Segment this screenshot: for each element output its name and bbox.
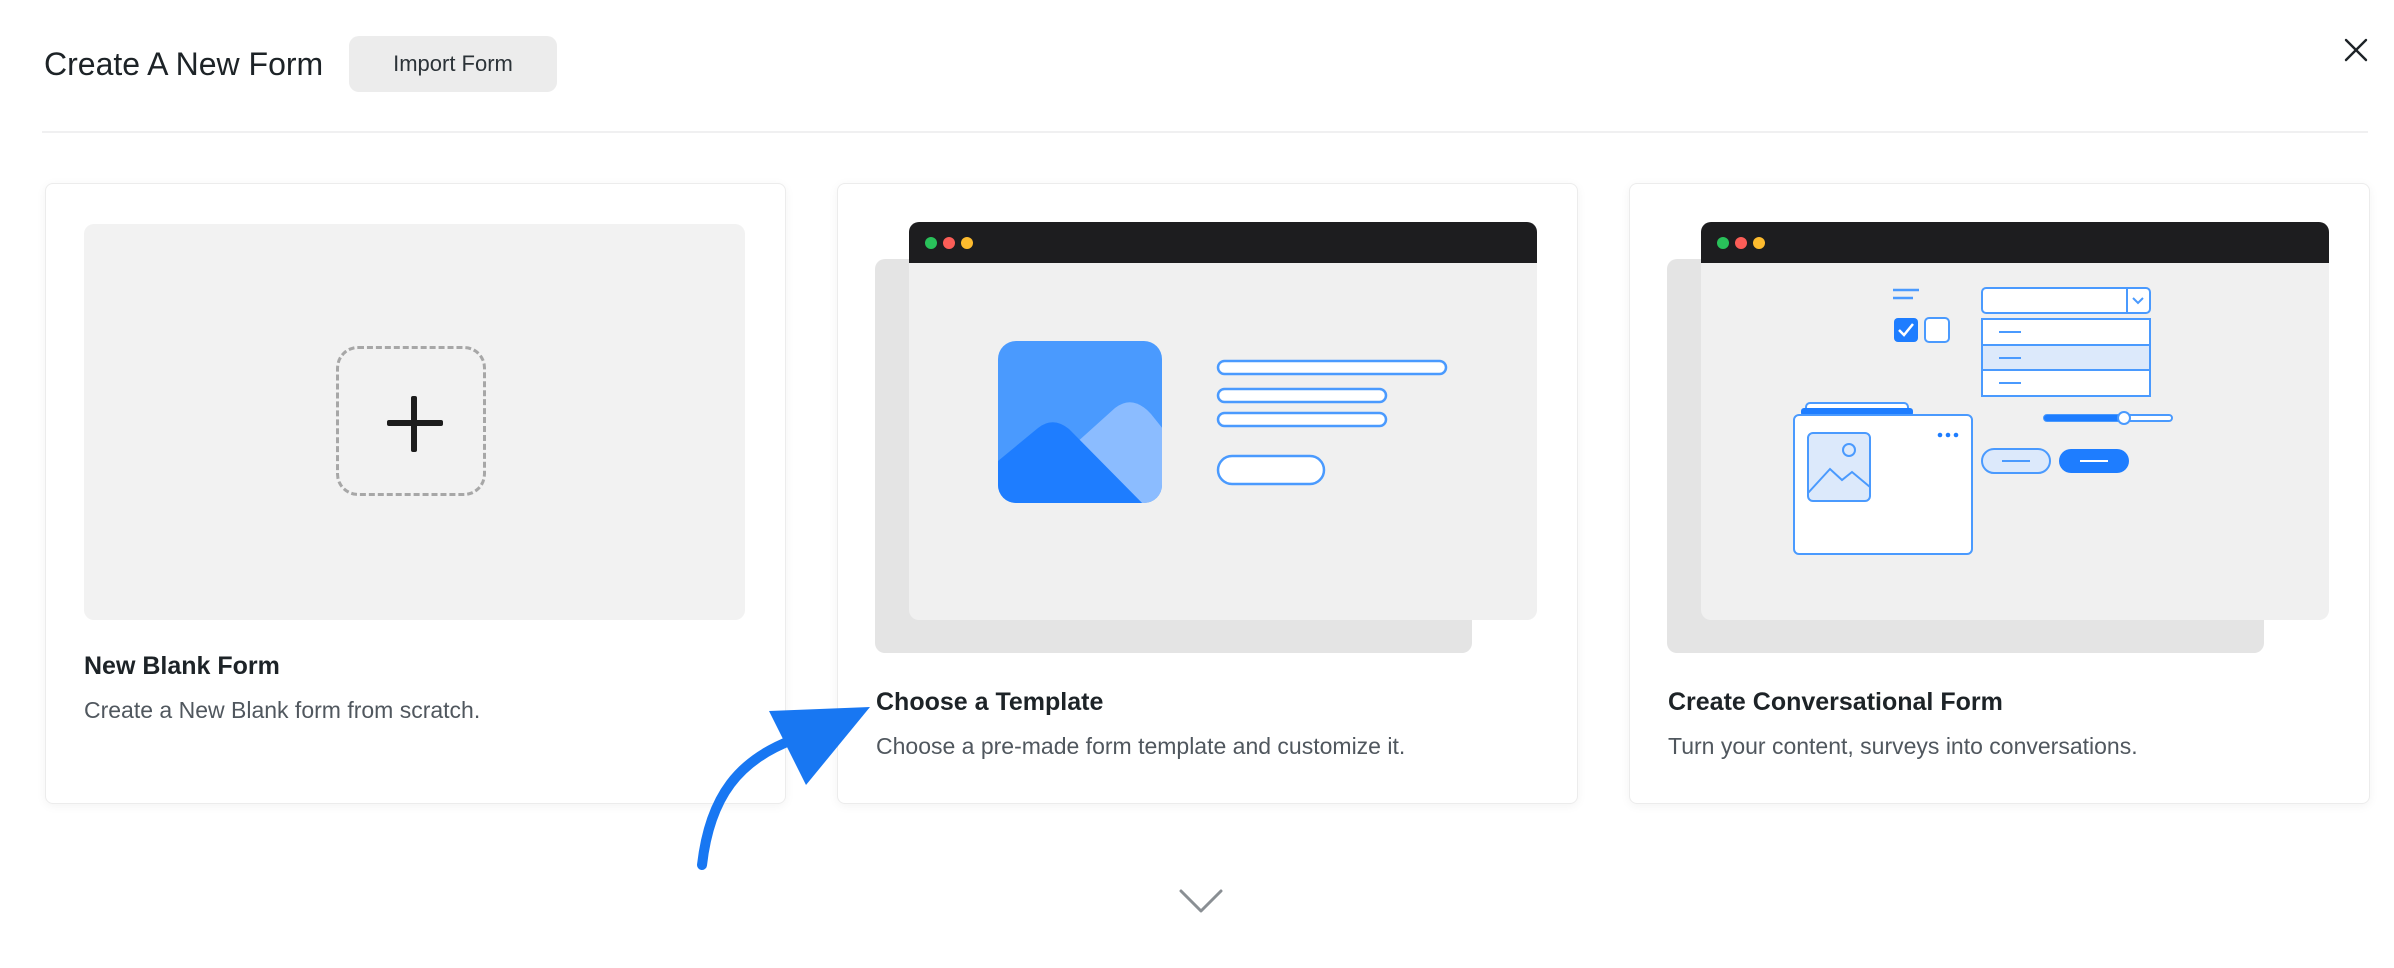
card-description: Create a New Blank form from scratch. [84, 697, 481, 723]
close-icon [2344, 38, 2368, 62]
conversational-illustration [1667, 222, 2329, 653]
conversational-form-card[interactable]: Create Conversational Form Turn your con… [1629, 183, 2370, 804]
new-blank-form-card[interactable]: New Blank Form Create a New Blank form f… [45, 183, 786, 804]
choose-template-card[interactable]: Choose a Template Choose a pre-made form… [837, 183, 1578, 804]
modal-header: Create A New Form Import Form [0, 0, 2394, 132]
close-button[interactable] [2336, 30, 2376, 70]
card-title: Choose a Template [876, 688, 1104, 716]
page-title: Create A New Form [44, 46, 324, 82]
card-title: New Blank Form [84, 652, 280, 680]
add-placeholder [336, 346, 486, 496]
blank-form-preview [84, 224, 745, 620]
card-description: Choose a pre-made form template and cust… [876, 733, 1406, 759]
import-form-button[interactable]: Import Form [349, 36, 557, 92]
template-illustration [875, 222, 1537, 653]
curved-arrow-icon [697, 707, 870, 870]
card-title: Create Conversational Form [1668, 688, 2003, 716]
header-divider [42, 131, 2368, 133]
chevron-down-icon[interactable] [1178, 887, 1224, 915]
card-description: Turn your content, surveys into conversa… [1668, 733, 2138, 759]
